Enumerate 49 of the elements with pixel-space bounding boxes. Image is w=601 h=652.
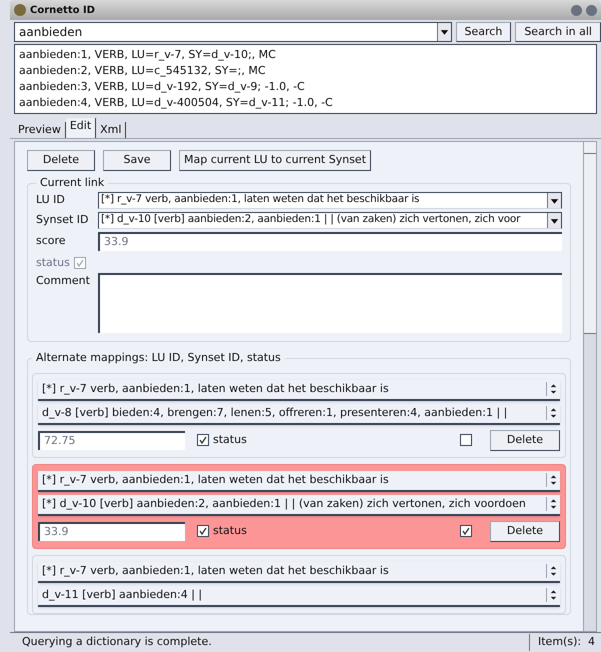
dropdown[interactable]: [*] r_v-7 verb, aanbieden:1, laten weten dat het beschikbaar is bbox=[98, 192, 562, 208]
search-button[interactable]: Search bbox=[456, 22, 512, 42]
minimize-button[interactable] bbox=[571, 4, 582, 16]
tab[interactable]: Xml bbox=[96, 122, 126, 138]
caret-icon bbox=[547, 192, 561, 208]
result-item[interactable]: aanbieden:2, VERB, LU=c_545132, SY=;, MC bbox=[19, 63, 592, 79]
toolbar-button[interactable]: Delete bbox=[27, 150, 95, 171]
score-field[interactable]: 33.9 bbox=[98, 232, 562, 250]
field-label: LU ID bbox=[36, 192, 66, 208]
search-button[interactable]: Search in all bbox=[515, 22, 601, 42]
toolbar-button[interactable]: Save bbox=[103, 150, 171, 171]
field-label: Synset ID bbox=[36, 212, 90, 228]
search-field[interactable]: aanbieden bbox=[14, 22, 452, 42]
result-item[interactable]: aanbieden:1, VERB, LU=r_v-7, SY=d_v-10;, MC bbox=[19, 47, 592, 63]
status-label: status bbox=[213, 522, 247, 539]
combo-box[interactable]: d_v-11 [verb] aanbieden:4 | | bbox=[38, 586, 560, 606]
score-field[interactable]: 72.75 bbox=[38, 430, 185, 450]
status-message: Querying a dictionary is complete. bbox=[21, 634, 213, 650]
window-icon bbox=[14, 4, 26, 16]
combo-box[interactable]: [*] r_v-7 verb, aanbieden:1, laten weten dat het beschikbaar is bbox=[38, 470, 560, 492]
checkbox[interactable] bbox=[460, 525, 472, 537]
dropdown[interactable]: [*] d_v-10 [verb] aanbieden:2, aanbieden:1 | | (van zaken) zich vertonen, zich voor bbox=[98, 212, 562, 228]
toolbar-button[interactable]: Map current LU to current Synset bbox=[179, 150, 372, 171]
tab[interactable]: Edit bbox=[66, 118, 96, 138]
result-item[interactable]: aanbieden:4, VERB, LU=d_v-400504, SY=d_v-11; -1.0, -C bbox=[19, 95, 592, 111]
comment-field[interactable] bbox=[98, 273, 562, 333]
item-count: Item(s): 4 bbox=[529, 634, 601, 651]
combo-box[interactable]: [*] r_v-7 verb, aanbieden:1, laten weten dat het beschikbaar is bbox=[38, 380, 560, 400]
caret-icon bbox=[547, 212, 561, 228]
section-title: Current link bbox=[39, 175, 106, 191]
checkbox[interactable] bbox=[197, 525, 209, 537]
section-title: Alternate mappings: LU ID, Synset ID, status bbox=[35, 350, 282, 366]
status-label: status bbox=[213, 432, 247, 448]
field-label: score bbox=[36, 232, 67, 249]
field-label: Comment bbox=[36, 273, 91, 289]
combo-box[interactable]: [*] r_v-7 verb, aanbieden:1, laten weten dat het beschikbaar is bbox=[38, 562, 560, 582]
score-field[interactable]: 33.9 bbox=[38, 522, 185, 540]
window-title: Cornetto ID bbox=[30, 4, 95, 18]
maximize-button[interactable] bbox=[586, 4, 597, 16]
delete-button[interactable]: Delete bbox=[490, 430, 560, 450]
combo-box[interactable]: [*] d_v-10 [verb] aanbieden:2, aanbieden:1 | | (van zaken) zich vertonen, zich voordoen bbox=[38, 494, 560, 516]
scrollbar[interactable] bbox=[583, 142, 596, 631]
status-label: status bbox=[36, 254, 70, 270]
caret-icon bbox=[436, 23, 451, 41]
result-item[interactable]: aanbieden:3, VERB, LU=d_v-192, SY=d_v-9; -1.0, -C bbox=[19, 79, 592, 95]
checkbox[interactable] bbox=[460, 434, 472, 446]
combo-box[interactable]: d_v-8 [verb] bieden:4, brengen:7, lenen:5, offreren:1, presenteren:4, aanbieden:1 | | bbox=[38, 404, 560, 424]
checkbox[interactable] bbox=[197, 434, 209, 446]
delete-button[interactable]: Delete bbox=[490, 520, 560, 542]
